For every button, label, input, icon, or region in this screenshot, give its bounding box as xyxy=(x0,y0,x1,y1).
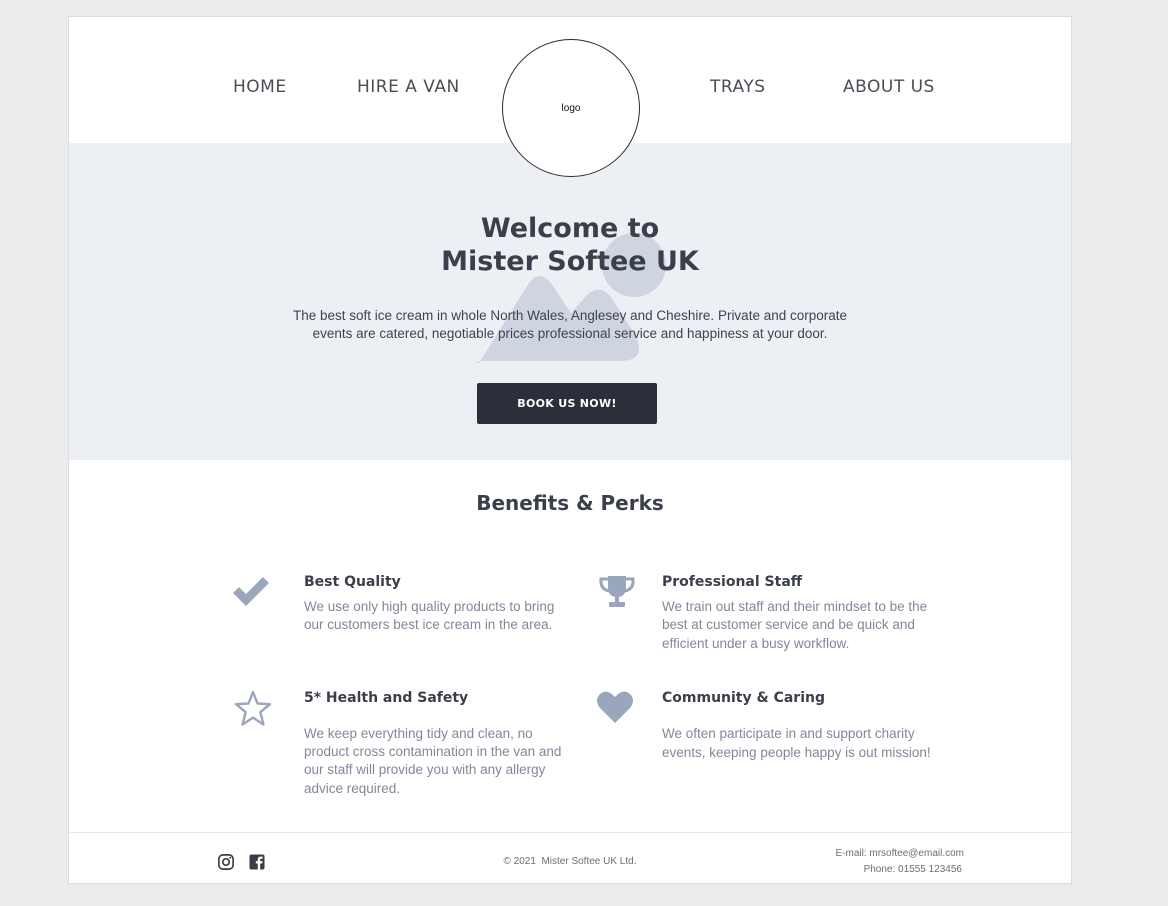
nav-link-trays[interactable]: TRAYS xyxy=(710,77,766,97)
hero-section: Welcome to Mister Softee UK The best sof… xyxy=(69,143,1071,460)
book-us-now-button[interactable]: BOOK US NOW! xyxy=(477,383,657,424)
feature-description-line: our customers best ice cream in the area… xyxy=(304,617,553,632)
hero-description-line-2: events are catered, negotiable prices pr… xyxy=(312,326,828,341)
feature-description-line: our staff will provide you with any alle… xyxy=(304,762,546,777)
feature-title-professional-staff: Professional Staff xyxy=(662,574,803,590)
feature-description-line: We use only high quality products to bri… xyxy=(304,599,555,614)
check-icon xyxy=(233,577,269,606)
feature-description-line: We often participate in and support char… xyxy=(662,726,915,741)
feature-description-line: product cross contamination in the van a… xyxy=(304,744,562,759)
nav-link-about-us[interactable]: ABOUT US xyxy=(843,77,935,97)
logo-text: logo xyxy=(561,102,581,114)
nav-link-hire-a-van[interactable]: HIRE A VAN xyxy=(357,77,460,97)
page-container: HOME HIRE A VAN TRAYS ABOUT US Welcome t… xyxy=(68,16,1072,884)
trophy-icon xyxy=(599,576,635,607)
feature-description-line: We train out staff and their mindset to … xyxy=(662,599,928,614)
contact-email[interactable]: E-mail: mrsoftee@email.com xyxy=(835,848,964,859)
feature-title-community-and-caring: Community & Caring xyxy=(662,690,825,706)
benefits-title: Benefits & Perks xyxy=(476,491,664,515)
feature-description-line: We keep everything tidy and clean, no xyxy=(304,726,533,741)
star-icon xyxy=(234,690,272,726)
heart-icon xyxy=(597,691,633,723)
hero-description-line-1: The best soft ice cream in whole North W… xyxy=(292,308,848,323)
feature-title-health-and-safety: 5* Health and Safety xyxy=(304,690,469,706)
hero-title-line-1: Welcome to xyxy=(480,213,660,244)
feature-description-line: advice required. xyxy=(304,781,401,796)
feature-description-line: best at customer service and be quick an… xyxy=(662,617,915,632)
logo[interactable]: logo xyxy=(502,39,640,177)
contact-phone: Phone: 01555 123456 xyxy=(863,864,962,875)
footer-divider xyxy=(69,832,1071,833)
feature-description-line: efficient under a busy workflow. xyxy=(662,636,850,651)
nav-link-home[interactable]: HOME xyxy=(233,77,287,97)
hero-title-line-2: Mister Softee UK xyxy=(441,246,699,277)
feature-description-line: events, keeping people happy is out miss… xyxy=(662,745,931,760)
feature-title-best-quality: Best Quality xyxy=(304,574,401,590)
